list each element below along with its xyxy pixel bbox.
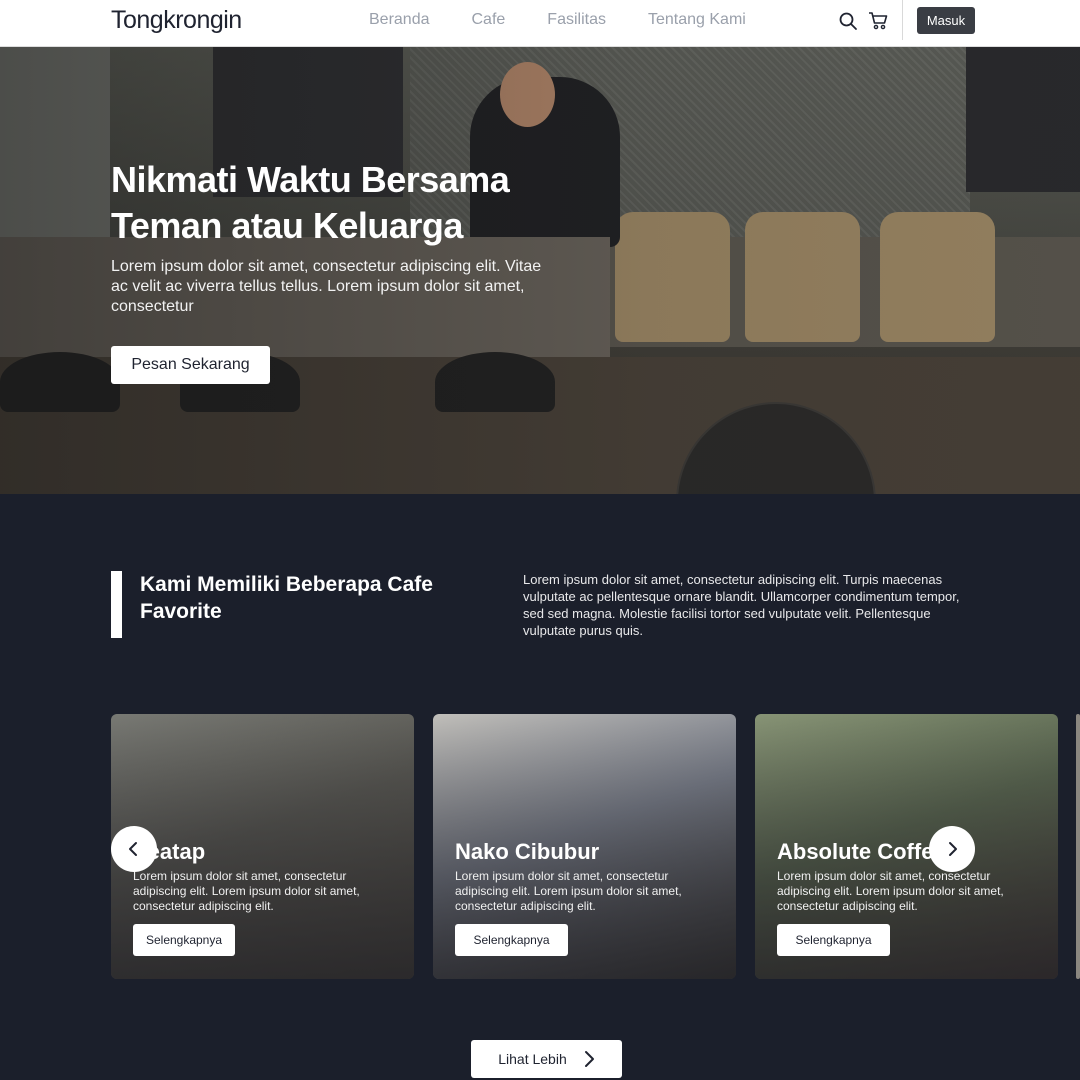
cafe-card-text: Lorem ipsum dolor sit amet, consectetur … <box>133 869 360 913</box>
nav-link-beranda[interactable]: Beranda <box>369 11 430 29</box>
cafe-card[interactable]: Nako Cibubur Lorem ipsum dolor sit amet,… <box>433 714 736 979</box>
see-more-button[interactable]: Lihat Lebih <box>471 1040 622 1078</box>
cafe-card-details-button[interactable]: Selengkapnya <box>777 924 890 956</box>
nav-divider <box>902 0 903 40</box>
cafe-card-text: Lorem ipsum dolor sit amet, consectetur … <box>777 869 1004 913</box>
cart-icon[interactable] <box>868 11 888 31</box>
cafe-card[interactable]: Absolute Coffee Lorem ipsum dolor sit am… <box>755 714 1058 979</box>
nav-links: Beranda Cafe Fasilitas Tentang Kami <box>369 11 788 29</box>
hero-title: Nikmati Waktu Bersama Teman atau Keluarg… <box>111 159 510 246</box>
hero-section: Nikmati Waktu Bersama Teman atau Keluarg… <box>0 47 1080 494</box>
section-description: Lorem ipsum dolor sit amet, consectetur … <box>523 572 960 638</box>
carousel-prev-button[interactable] <box>111 826 157 872</box>
nav-link-fasilitas[interactable]: Fasilitas <box>547 11 606 29</box>
cafe-card-image <box>1076 714 1080 979</box>
carousel-next-button[interactable] <box>929 826 975 872</box>
hero-text: Lorem ipsum dolor sit amet, consectetur … <box>111 258 542 315</box>
login-button[interactable]: Masuk <box>917 7 975 34</box>
cafe-card-text: Lorem ipsum dolor sit amet, consectetur … <box>455 869 682 913</box>
chevron-left-icon <box>129 842 137 856</box>
cafe-card-partial <box>1076 714 1080 979</box>
chevron-right-icon <box>949 842 957 856</box>
brand-logo[interactable]: Tongkrongin <box>111 6 242 35</box>
search-icon[interactable] <box>838 11 858 31</box>
cafe-card-details-button[interactable]: Selengkapnya <box>133 924 235 956</box>
nav-link-cafe[interactable]: Cafe <box>472 11 506 29</box>
section-title: Kami Memiliki Beberapa Cafe Favorite <box>140 573 433 623</box>
cafe-card-details-button[interactable]: Selengkapnya <box>455 924 568 956</box>
navbar: Tongkrongin Beranda Cafe Fasilitas Tenta… <box>0 0 1080 47</box>
see-more-label: Lihat Lebih <box>498 1051 567 1067</box>
nav-link-tentang-kami[interactable]: Tentang Kami <box>648 11 746 29</box>
order-now-button[interactable]: Pesan Sekarang <box>111 346 270 384</box>
cafe-card-title: Nako Cibubur <box>455 839 600 864</box>
section-accent-bar <box>111 571 122 638</box>
chevron-right-icon <box>584 1051 594 1067</box>
cafe-card-title: Absolute Coffee <box>777 839 946 864</box>
